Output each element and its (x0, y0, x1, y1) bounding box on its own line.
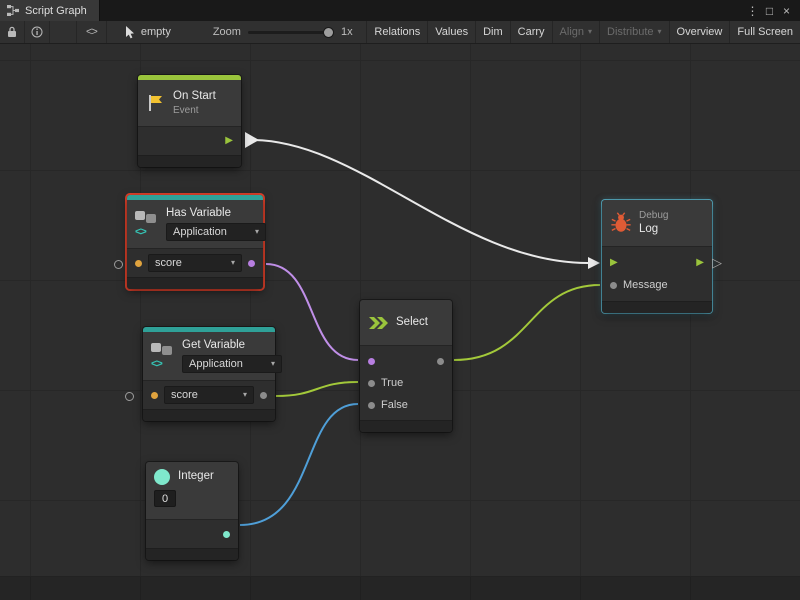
graph-toolbar: <> empty Zoom 1x Relations Values Dim Ca… (0, 21, 800, 44)
zoom-value: 1x (341, 26, 353, 38)
chevron-down-icon: ▾ (255, 228, 259, 236)
values-button[interactable]: Values (427, 21, 475, 43)
chevron-down-icon: ▾ (588, 28, 592, 36)
zoom-slider-knob[interactable] (324, 28, 333, 37)
wire-select-to-debuglog-message[interactable] (454, 285, 600, 360)
variables-icon: <> (135, 210, 159, 238)
wire-onstart-to-debuglog[interactable] (252, 140, 588, 263)
toolbar-button-group: Relations Values Dim Carry Align ▾ Distr… (366, 21, 800, 43)
zoom-slider[interactable] (248, 31, 334, 34)
node-footer (143, 409, 275, 421)
wire-end-arrow-icon (588, 257, 600, 269)
carry-button[interactable]: Carry (510, 21, 552, 43)
node-subtitle: Event (173, 105, 216, 116)
info-icon (31, 26, 43, 38)
node-footer (127, 277, 263, 289)
maximize-icon[interactable]: □ (761, 4, 778, 18)
wire-start-arrow-icon (245, 132, 259, 148)
variable-scope-dropdown[interactable]: Application ▾ (166, 223, 266, 241)
close-icon[interactable]: × (778, 4, 795, 18)
node-has-variable[interactable]: <> Has Variable Application ▾ score ▾ (127, 195, 263, 289)
variable-name-dropdown[interactable]: score ▾ (148, 254, 242, 272)
chevron-down-icon: ▾ (271, 360, 275, 368)
node-title: Log (639, 223, 668, 236)
selection-output-port[interactable] (437, 358, 444, 365)
integer-value-field[interactable]: 0 (154, 490, 176, 507)
node-integer[interactable]: Integer 0 (146, 462, 238, 560)
window-tab-bar: Script Graph ⋮ □ × (0, 0, 800, 21)
chevron-down-icon: ▾ (243, 391, 247, 399)
flow-output-port[interactable]: ▶ (225, 136, 233, 146)
window-controls: ⋮ □ × (744, 0, 800, 21)
condition-input-port[interactable] (368, 358, 375, 365)
name-input-port[interactable] (151, 392, 158, 399)
node-title: Has Variable (166, 207, 255, 220)
bug-icon (610, 212, 632, 234)
tab-label: Script Graph (25, 5, 87, 17)
unconnected-port-icon[interactable] (114, 260, 123, 269)
graph-canvas[interactable]: On Start Event ▶ <> Has Variable Applica… (0, 43, 800, 600)
node-debug-log[interactable]: Debug Log ▶ ▶ Message (602, 200, 712, 313)
node-on-start[interactable]: On Start Event ▶ (138, 75, 241, 167)
fullscreen-button[interactable]: Full Screen (729, 21, 800, 43)
selection-breadcrumb[interactable]: empty (125, 26, 171, 39)
window-menu-icon[interactable]: ⋮ (744, 4, 761, 18)
message-input-port[interactable] (610, 282, 617, 289)
node-title: Get Variable (182, 339, 267, 352)
overview-button[interactable]: Overview (669, 21, 730, 43)
zoom-control: Zoom 1x (213, 26, 353, 38)
align-button[interactable]: Align ▾ (552, 21, 599, 43)
node-title: Integer (178, 470, 214, 483)
true-port-label: True (381, 377, 403, 389)
unconnected-flow-icon[interactable]: ▷ (712, 256, 722, 269)
distribute-button[interactable]: Distribute ▾ (599, 21, 668, 43)
integer-output-port[interactable] (223, 531, 230, 538)
zoom-label: Zoom (213, 26, 241, 38)
tab-script-graph[interactable]: Script Graph (0, 0, 100, 21)
variable-name-dropdown[interactable]: score ▾ (164, 386, 254, 404)
flow-input-port[interactable]: ▶ (610, 258, 618, 268)
node-footer (146, 548, 238, 560)
wire-getvariable-to-select-true[interactable] (276, 382, 358, 396)
script-graph-icon (7, 5, 19, 16)
node-get-variable[interactable]: <> Get Variable Application ▾ score ▾ (143, 327, 275, 421)
cursor-icon (125, 26, 136, 39)
dim-button[interactable]: Dim (475, 21, 510, 43)
chevron-down-icon: ▾ (231, 259, 235, 267)
false-port-label: False (381, 399, 408, 411)
node-footer (602, 301, 712, 313)
select-icon (368, 315, 389, 331)
flag-icon (146, 93, 166, 113)
wire-integer-to-select-false[interactable] (240, 404, 358, 525)
false-input-port[interactable] (368, 402, 375, 409)
lock-icon (7, 26, 17, 38)
true-input-port[interactable] (368, 380, 375, 387)
node-select[interactable]: Select True False (360, 300, 452, 432)
angle-brackets-icon: <> (86, 26, 97, 38)
variable-scope-dropdown[interactable]: Application ▾ (182, 355, 282, 373)
relations-button[interactable]: Relations (366, 21, 427, 43)
integer-icon (154, 469, 170, 485)
lock-button[interactable] (0, 21, 25, 43)
wire-hasvariable-to-select[interactable] (266, 264, 358, 360)
node-footer (138, 155, 241, 167)
name-input-port[interactable] (135, 260, 142, 267)
bool-output-port[interactable] (248, 260, 255, 267)
selection-label: empty (141, 26, 171, 38)
flow-output-port[interactable]: ▶ (696, 258, 704, 268)
unconnected-port-icon[interactable] (125, 392, 134, 401)
message-port-label: Message (623, 279, 668, 291)
node-footer (360, 420, 452, 432)
node-subtitle: Debug (639, 210, 668, 221)
node-title: On Start (173, 90, 216, 103)
node-title: Select (396, 316, 428, 329)
variables-icon: <> (151, 342, 175, 370)
code-view-toggle[interactable]: <> (76, 21, 107, 43)
chevron-down-icon: ▾ (658, 28, 662, 36)
canvas-edge-shade (0, 576, 800, 600)
value-output-port[interactable] (260, 392, 267, 399)
info-button[interactable] (25, 21, 50, 43)
